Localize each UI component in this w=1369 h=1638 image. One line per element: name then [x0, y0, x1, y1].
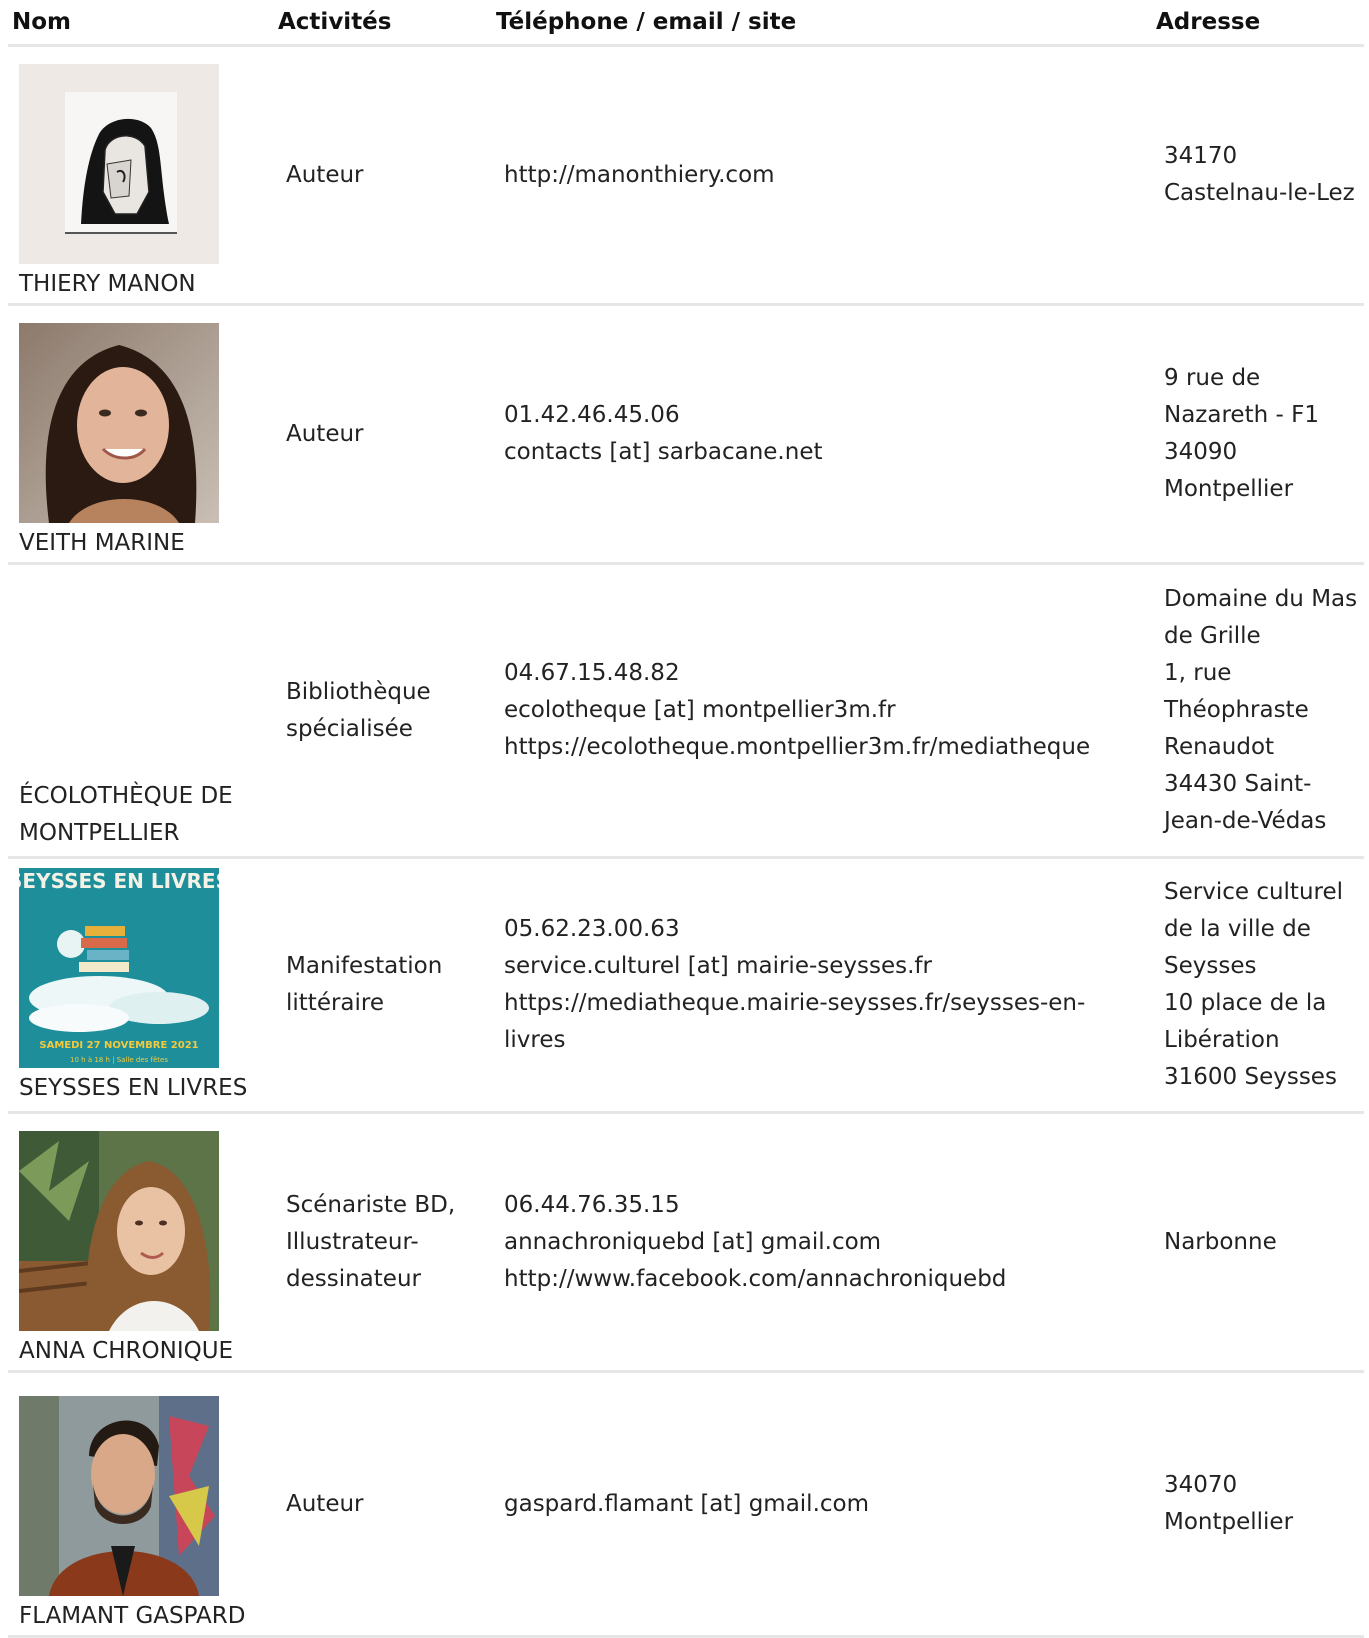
- address-line: 10 place de la: [1164, 990, 1327, 1016]
- phone-number[interactable]: 06.44.76.35.15: [504, 1187, 1152, 1224]
- name-cell: ANNA CHRONIQUE: [8, 1112, 274, 1373]
- address-line: 1, rue: [1164, 660, 1232, 686]
- contact-cell: 01.42.46.45.06 contacts [at] sarbacane.n…: [492, 304, 1152, 565]
- email-address[interactable]: contacts [at] sarbacane.net: [504, 434, 1152, 471]
- directory-table: Nom Activités Téléphone / email / site A…: [8, 0, 1364, 1638]
- activity-label: spécialisée: [286, 715, 413, 742]
- activity-label: Auteur: [286, 1490, 364, 1517]
- address-line: Jean-de-Védas: [1164, 808, 1327, 834]
- activity-label: dessinateur: [286, 1265, 421, 1292]
- entry-name[interactable]: SEYSSES EN LIVRES: [19, 1070, 274, 1107]
- contact-cell: 05.62.23.00.63 service.culturel [at] mai…: [492, 857, 1152, 1114]
- name-cell: SEYSSES EN LIVRES SAMEDI 27 NOVEMBRE 202…: [8, 857, 274, 1114]
- email-address[interactable]: ecolotheque [at] montpellier3m.fr: [504, 692, 1152, 729]
- name-cell: FLAMANT GASPARD: [8, 1371, 274, 1638]
- event-poster-image[interactable]: SEYSSES EN LIVRES SAMEDI 27 NOVEMBRE 202…: [19, 868, 219, 1068]
- address-line: 9 rue de: [1164, 365, 1261, 391]
- website-link[interactable]: livres: [504, 1022, 1152, 1059]
- activity-label: Auteur: [286, 161, 364, 188]
- address-line: Narbonne: [1164, 1228, 1277, 1255]
- address-line: Service culturel: [1164, 879, 1344, 905]
- activities-cell: Scénariste BD, Illustrateur- dessinateur: [274, 1112, 492, 1373]
- activity-label: Scénariste BD,: [286, 1191, 456, 1218]
- contact-cell: http://manonthiery.com: [492, 45, 1152, 306]
- address-line: 31600 Seysses: [1164, 1064, 1337, 1090]
- address-line: 34090: [1164, 439, 1238, 465]
- name-cell: ÉCOLOTHÈQUE DE MONTPELLIER: [8, 563, 274, 859]
- header-activities[interactable]: Activités: [274, 0, 492, 47]
- address-line: Renaudot: [1164, 734, 1275, 760]
- poster-date: SAMEDI 27 NOVEMBRE 2021: [39, 1040, 198, 1051]
- email-address[interactable]: service.culturel [at] mairie-seysses.fr: [504, 948, 1152, 985]
- contact-cell: 04.67.15.48.82 ecolotheque [at] montpell…: [492, 563, 1152, 859]
- header-address[interactable]: Adresse: [1152, 0, 1364, 47]
- address-line: de Grille: [1164, 623, 1261, 649]
- activity-label: littéraire: [286, 990, 385, 1016]
- website-link[interactable]: http://www.facebook.com/annachroniquebd: [504, 1261, 1152, 1298]
- address-line: Théophraste: [1164, 697, 1309, 723]
- address-cell: 9 rue de Nazareth - F1 34090 Montpellier: [1152, 304, 1364, 565]
- name-cell: THIERY MANON: [8, 45, 274, 306]
- table-row: FLAMANT GASPARD Auteur gaspard.flamant […: [8, 1371, 1364, 1638]
- address-line: 34170: [1164, 143, 1238, 169]
- table-row: ANNA CHRONIQUE Scénariste BD, Illustrate…: [8, 1112, 1364, 1373]
- activity-label: Manifestation: [286, 953, 443, 979]
- activity-label: Illustrateur-: [286, 1228, 419, 1255]
- address-line: Domaine du Mas: [1164, 586, 1358, 612]
- address-cell: Service culturel de la ville de Seysses …: [1152, 857, 1364, 1114]
- activity-label: Auteur: [286, 420, 364, 447]
- entry-name[interactable]: THIERY MANON: [19, 266, 274, 303]
- table-row: SEYSSES EN LIVRES SAMEDI 27 NOVEMBRE 202…: [8, 857, 1364, 1114]
- portrait-photo-image[interactable]: [19, 1396, 219, 1596]
- activities-cell: Auteur: [274, 304, 492, 565]
- name-cell: VEITH MARINE: [8, 304, 274, 565]
- entry-name[interactable]: ANNA CHRONIQUE: [19, 1333, 274, 1370]
- entry-name[interactable]: ÉCOLOTHÈQUE DE: [19, 778, 274, 815]
- table-row: ÉCOLOTHÈQUE DE MONTPELLIER Bibliothèque …: [8, 563, 1364, 859]
- address-line: Castelnau-le-Lez: [1164, 180, 1355, 206]
- portrait-drawing-image[interactable]: [19, 64, 219, 264]
- address-cell: 34070 Montpellier: [1152, 1371, 1364, 1638]
- table-row: VEITH MARINE Auteur 01.42.46.45.06 conta…: [8, 304, 1364, 565]
- address-line: Libération: [1164, 1027, 1280, 1053]
- poster-sub: 10 h à 18 h | Salle des fêtes: [70, 1056, 168, 1064]
- website-link[interactable]: https://mediatheque.mairie-seysses.fr/se…: [504, 985, 1152, 1022]
- address-line: Seysses: [1164, 953, 1257, 979]
- phone-number[interactable]: 05.62.23.00.63: [504, 911, 1152, 948]
- address-line: de la ville de: [1164, 916, 1311, 942]
- activities-cell: Bibliothèque spécialisée: [274, 563, 492, 859]
- address-line: 34070: [1164, 1472, 1238, 1498]
- address-line: Montpellier: [1164, 476, 1294, 502]
- address-cell: Domaine du Mas de Grille 1, rue Théophra…: [1152, 563, 1364, 859]
- table-header-row: Nom Activités Téléphone / email / site A…: [8, 0, 1364, 47]
- email-address[interactable]: annachroniquebd [at] gmail.com: [504, 1224, 1152, 1261]
- activities-cell: Auteur: [274, 45, 492, 306]
- activities-cell: Manifestation littéraire: [274, 857, 492, 1114]
- address-line: Montpellier: [1164, 1509, 1294, 1535]
- activities-cell: Auteur: [274, 1371, 492, 1638]
- poster-title: SEYSSES EN LIVRES: [19, 869, 219, 893]
- header-name[interactable]: Nom: [8, 0, 274, 47]
- email-address[interactable]: gaspard.flamant [at] gmail.com: [504, 1486, 1152, 1523]
- address-cell: 34170 Castelnau-le-Lez: [1152, 45, 1364, 306]
- entry-name[interactable]: MONTPELLIER: [19, 815, 274, 852]
- phone-number[interactable]: 01.42.46.45.06: [504, 397, 1152, 434]
- address-line: Nazareth - F1: [1164, 402, 1319, 428]
- address-line: 34430 Saint-: [1164, 771, 1312, 797]
- entry-name[interactable]: FLAMANT GASPARD: [19, 1598, 274, 1635]
- website-link[interactable]: https://ecolotheque.montpellier3m.fr/med…: [504, 729, 1152, 766]
- header-contact[interactable]: Téléphone / email / site: [492, 0, 1152, 47]
- contact-cell: 06.44.76.35.15 annachroniquebd [at] gmai…: [492, 1112, 1152, 1373]
- phone-number[interactable]: 04.67.15.48.82: [504, 655, 1152, 692]
- activity-label: Bibliothèque: [286, 678, 431, 705]
- portrait-photo-image[interactable]: [19, 1131, 219, 1331]
- table-row: THIERY MANON Auteur http://manonthiery.c…: [8, 45, 1364, 306]
- contact-cell: gaspard.flamant [at] gmail.com: [492, 1371, 1152, 1638]
- address-cell: Narbonne: [1152, 1112, 1364, 1373]
- portrait-photo-image[interactable]: [19, 323, 219, 523]
- entry-name[interactable]: VEITH MARINE: [19, 525, 274, 562]
- website-link[interactable]: http://manonthiery.com: [504, 157, 1152, 194]
